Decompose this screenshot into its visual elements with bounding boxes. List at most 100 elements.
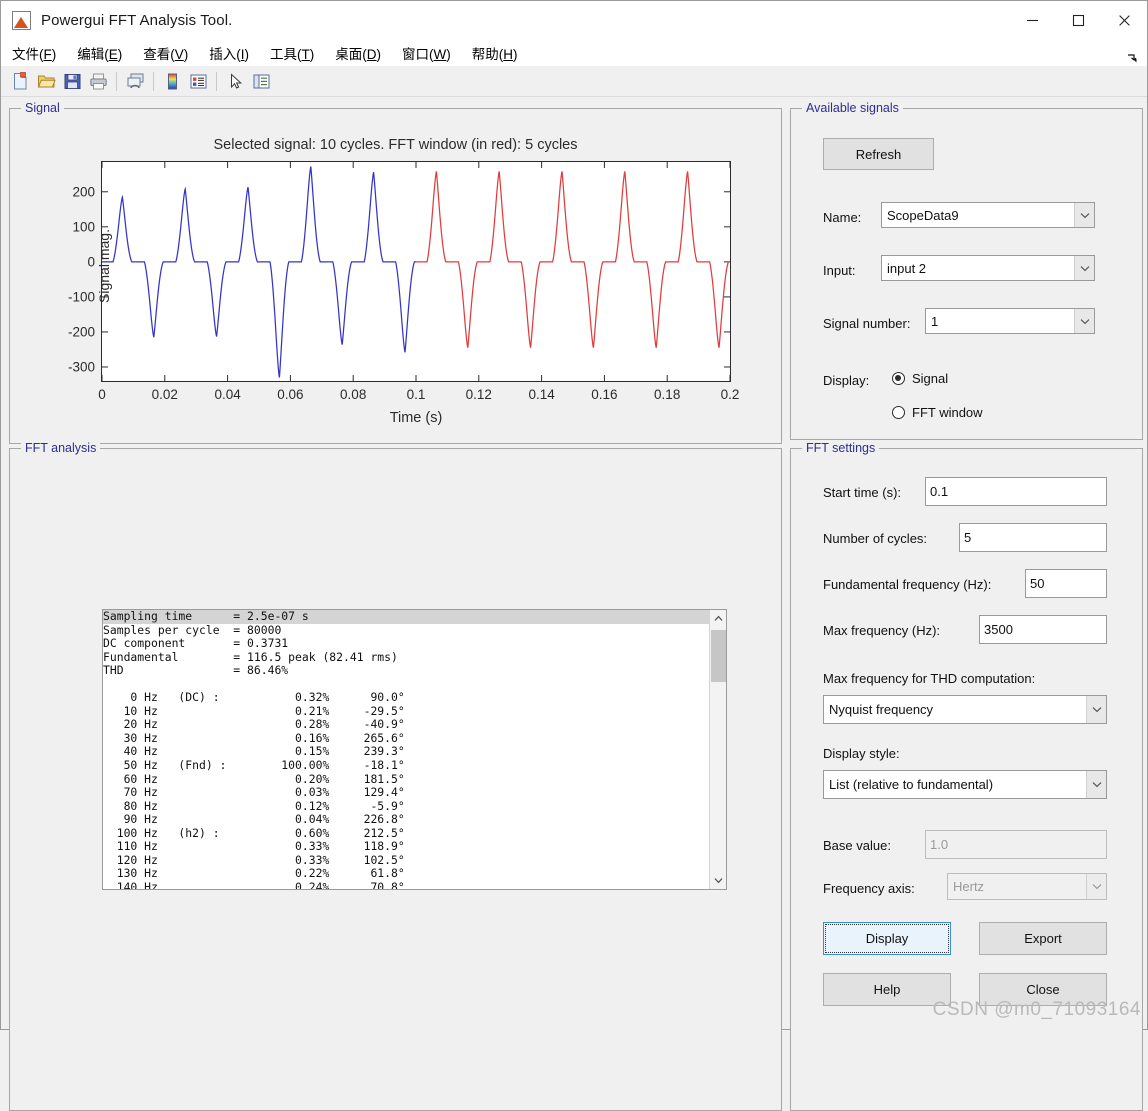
radio-fft-window[interactable]: FFT window xyxy=(892,405,983,420)
fft-report-scrollbar[interactable] xyxy=(709,610,726,889)
print-icon[interactable] xyxy=(85,68,111,94)
x-tick-006: 0.06 xyxy=(277,387,303,402)
toolbar-separator xyxy=(116,72,117,91)
close-icon[interactable] xyxy=(1101,1,1147,39)
menu-item-edit[interactable]: 编辑(E) xyxy=(77,43,122,63)
plot-axes: Signal mag. 200 100 0 -100 -200 -300 0 0… xyxy=(101,161,731,382)
menu-item-window[interactable]: 窗口(W) xyxy=(402,43,451,63)
fft-settings-panel: FFT settings Start time (s): 0.1 Number … xyxy=(790,448,1143,1111)
menu-item-file[interactable]: 文件(F) xyxy=(12,43,56,63)
x-tick-016: 0.16 xyxy=(591,387,617,402)
legend-icon[interactable] xyxy=(185,68,211,94)
frequency-axis-combo[interactable]: Hertz xyxy=(947,873,1107,900)
frequency-axis-combo-value: Hertz xyxy=(948,879,1086,894)
title-bar: Powergui FFT Analysis Tool. xyxy=(1,1,1147,39)
display-style-combo-value: List (relative to fundamental) xyxy=(824,777,1086,792)
available-signals-panel: Available signals Refresh Name: ScopeDat… xyxy=(790,108,1143,440)
minimize-icon[interactable] xyxy=(1009,1,1055,39)
help-button[interactable]: Help xyxy=(823,973,951,1006)
plot-title: Selected signal: 10 cycles. FFT window (… xyxy=(10,137,781,153)
signal-plot: Selected signal: 10 cycles. FFT window (… xyxy=(10,109,781,443)
chevron-down-icon xyxy=(1086,874,1106,899)
display-button[interactable]: Display xyxy=(823,922,951,955)
export-button[interactable]: Export xyxy=(979,922,1107,955)
property-inspector-icon[interactable] xyxy=(248,68,274,94)
scrollbar-thumb[interactable] xyxy=(711,630,726,682)
input-combo-value: input 2 xyxy=(882,261,1074,276)
signal-waveform xyxy=(102,162,730,381)
frequency-axis-label: Frequency axis: xyxy=(823,881,915,896)
x-tick-004: 0.04 xyxy=(214,387,240,402)
number-of-cycles-input[interactable]: 5 xyxy=(959,523,1107,552)
save-icon[interactable] xyxy=(59,68,85,94)
radio-signal-label: Signal xyxy=(912,371,948,386)
radio-fft-window-label: FFT window xyxy=(912,405,983,420)
menu-item-desktop[interactable]: 桌面(D) xyxy=(335,43,381,63)
signal-panel: Signal Selected signal: 10 cycles. FFT w… xyxy=(9,108,782,444)
available-signals-panel-label: Available signals xyxy=(802,101,903,115)
menu-item-view[interactable]: 查看(V) xyxy=(143,43,188,63)
window-title: Powergui FFT Analysis Tool. xyxy=(41,12,232,29)
number-of-cycles-label: Number of cycles: xyxy=(823,531,927,546)
chevron-down-icon xyxy=(1086,771,1106,798)
fundamental-frequency-label: Fundamental frequency (Hz): xyxy=(823,577,991,592)
menu-expand-arrow-icon[interactable] xyxy=(1126,52,1138,64)
name-combo-value: ScopeData9 xyxy=(882,208,1074,223)
chevron-down-icon xyxy=(1074,203,1094,227)
input-label: Input: xyxy=(823,263,856,278)
fft-analysis-panel: FFT analysis Sampling time = 2.5e-07 sSa… xyxy=(9,448,782,1111)
chevron-down-icon xyxy=(1074,309,1094,333)
max-frequency-label: Max frequency (Hz): xyxy=(823,623,940,638)
start-time-input[interactable]: 0.1 xyxy=(925,477,1107,506)
fft-report-text[interactable]: Sampling time = 2.5e-07 sSamples per cyc… xyxy=(103,610,709,889)
display-style-label: Display style: xyxy=(823,746,900,761)
input-combo[interactable]: input 2 xyxy=(881,255,1095,281)
colorbar-icon[interactable] xyxy=(159,68,185,94)
chevron-down-icon xyxy=(1086,696,1106,723)
menu-bar: 文件(F) 编辑(E) 查看(V) 插入(I) 工具(T) 桌面(D) 窗口(W… xyxy=(1,39,1147,66)
y-tick-0: 0 xyxy=(87,254,95,269)
start-time-label: Start time (s): xyxy=(823,485,901,500)
y-tick-200: 200 xyxy=(72,184,95,199)
x-tick-008: 0.08 xyxy=(340,387,366,402)
signal-number-combo[interactable]: 1 xyxy=(925,308,1095,334)
max-frequency-thd-combo[interactable]: Nyquist frequency xyxy=(823,695,1107,724)
tool-bar xyxy=(1,66,1147,97)
radio-signal[interactable]: Signal xyxy=(892,371,948,386)
max-frequency-input[interactable]: 3500 xyxy=(979,615,1107,644)
name-combo[interactable]: ScopeData9 xyxy=(881,202,1095,228)
pointer-icon[interactable] xyxy=(222,68,248,94)
fundamental-frequency-input[interactable]: 50 xyxy=(1025,569,1107,598)
toolbar-separator xyxy=(153,72,154,91)
close-button[interactable]: Close xyxy=(979,973,1107,1006)
matlab-icon xyxy=(12,11,31,30)
scroll-down-icon[interactable] xyxy=(710,872,727,889)
max-frequency-thd-label: Max frequency for THD computation: xyxy=(823,671,1035,686)
base-value-label: Base value: xyxy=(823,838,891,853)
radio-fft-window-dot xyxy=(892,406,905,419)
link-plot-icon[interactable] xyxy=(122,68,148,94)
y-tick-neg300: -300 xyxy=(68,359,95,374)
y-tick-neg200: -200 xyxy=(68,324,95,339)
y-tick-neg100: -100 xyxy=(68,289,95,304)
y-tick-100: 100 xyxy=(72,219,95,234)
open-file-icon[interactable] xyxy=(33,68,59,94)
main-content: Signal Selected signal: 10 cycles. FFT w… xyxy=(1,97,1147,1029)
fft-settings-panel-label: FFT settings xyxy=(802,441,879,455)
base-value-input[interactable]: 1.0 xyxy=(925,830,1107,859)
new-figure-icon[interactable] xyxy=(7,68,33,94)
fft-analysis-panel-label: FFT analysis xyxy=(21,441,100,455)
powergui-fft-window: Powergui FFT Analysis Tool. 文件(F) 编辑(E) … xyxy=(0,0,1148,1030)
display-style-combo[interactable]: List (relative to fundamental) xyxy=(823,770,1107,799)
scroll-up-icon[interactable] xyxy=(710,610,727,627)
refresh-button[interactable]: Refresh xyxy=(823,138,934,170)
name-label: Name: xyxy=(823,210,861,225)
x-tick-018: 0.18 xyxy=(654,387,680,402)
chevron-down-icon xyxy=(1074,256,1094,280)
maximize-icon[interactable] xyxy=(1055,1,1101,39)
menu-item-insert[interactable]: 插入(I) xyxy=(209,43,249,63)
window-controls xyxy=(1009,1,1147,39)
menu-item-help[interactable]: 帮助(H) xyxy=(472,43,518,63)
toolbar-separator xyxy=(216,72,217,91)
menu-item-tools[interactable]: 工具(T) xyxy=(270,43,314,63)
